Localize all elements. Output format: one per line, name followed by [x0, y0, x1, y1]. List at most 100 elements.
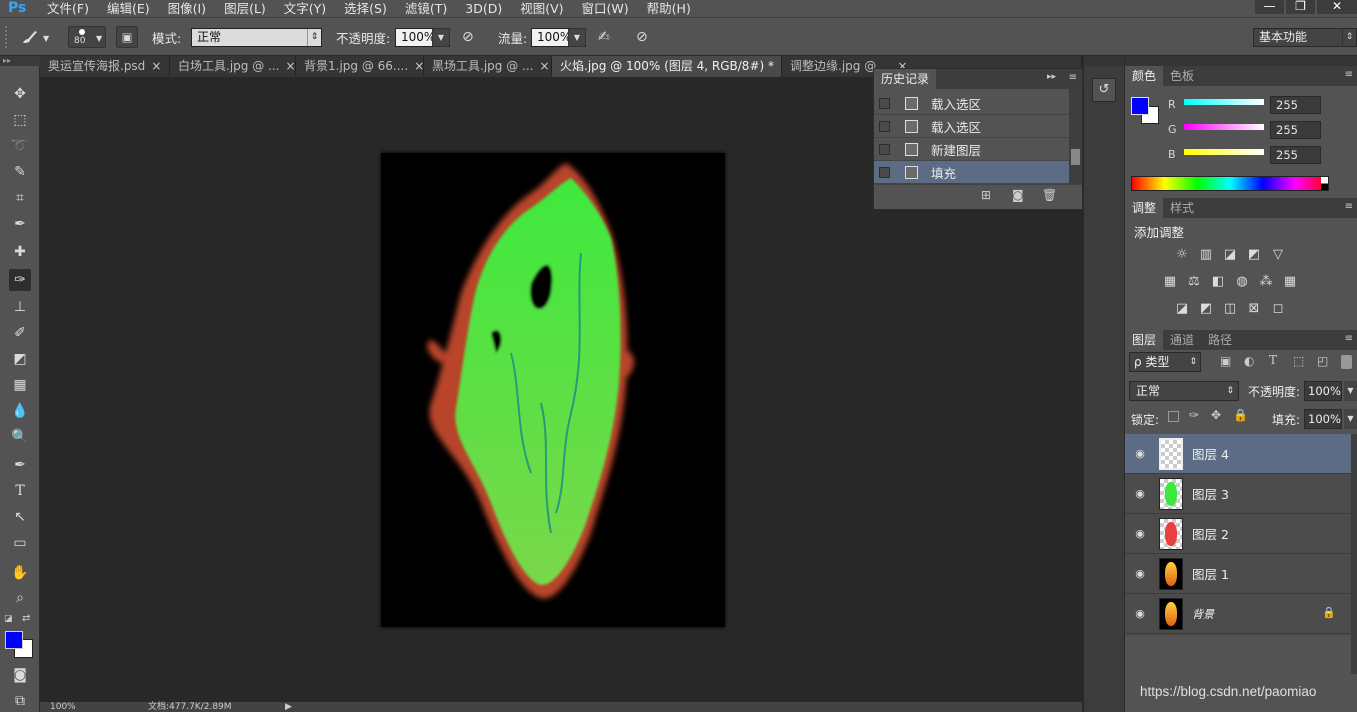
toolbar-collapse-icon[interactable]: ▸▸: [0, 56, 40, 66]
posterize-icon[interactable]: ◩: [1197, 301, 1215, 317]
channel-mixer-icon[interactable]: ⁂: [1257, 274, 1275, 290]
tab-document-1[interactable]: 奥运宣传海报.psd ×: [40, 56, 170, 77]
blend-mode-select[interactable]: 正常 ⇕: [1129, 381, 1239, 401]
opacity-chevron-icon[interactable]: ▼: [432, 28, 450, 47]
document-info[interactable]: 文档:477.7K/2.89M: [148, 702, 232, 712]
brush-tool-icon[interactable]: [20, 29, 38, 45]
tab-document-3[interactable]: 背景1.jpg @ 66.... ×: [296, 56, 424, 77]
color-lookup-icon[interactable]: ▦: [1281, 274, 1299, 290]
history-item-selected[interactable]: 填充: [874, 161, 1069, 184]
panel-menu-icon[interactable]: ≡: [1345, 69, 1353, 80]
trash-icon[interactable]: 🗑: [1042, 188, 1057, 202]
tab-swatches[interactable]: 色板: [1163, 66, 1201, 86]
panel-menu-icon[interactable]: ≡: [1069, 72, 1077, 83]
history-snapshot-checkbox[interactable]: [879, 143, 890, 155]
menu-layer[interactable]: 图层(L): [215, 0, 275, 17]
brush-panel-toggle-icon[interactable]: ▣: [116, 26, 138, 48]
layer-row[interactable]: ◉ 图层 1: [1125, 554, 1351, 594]
tab-layers[interactable]: 图层: [1125, 330, 1164, 350]
visibility-eye-icon[interactable]: ◉: [1132, 567, 1148, 580]
smart-object-filter-icon[interactable]: ◰: [1317, 354, 1328, 368]
levels-icon[interactable]: ▥: [1197, 247, 1215, 263]
restore-button[interactable]: ❐: [1286, 0, 1315, 14]
eraser-tool-icon[interactable]: ◩: [9, 348, 31, 370]
marquee-tool-icon[interactable]: ⬚: [9, 109, 31, 131]
tab-history[interactable]: 历史记录: [874, 69, 937, 89]
zoom-tool-icon[interactable]: ⌕: [9, 587, 31, 609]
close-icon[interactable]: ×: [414, 56, 423, 77]
tab-channels[interactable]: 通道: [1163, 330, 1201, 350]
menu-file[interactable]: 文件(F): [38, 0, 98, 17]
airbrush-icon[interactable]: ✍: [598, 29, 616, 45]
quick-mask-icon[interactable]: ◙: [9, 664, 31, 686]
close-icon[interactable]: ×: [539, 56, 549, 77]
color-balance-icon[interactable]: ⚖: [1185, 274, 1203, 290]
default-colors-icon[interactable]: ◪: [4, 614, 13, 624]
history-snapshot-checkbox[interactable]: [879, 120, 890, 132]
foreground-color-swatch[interactable]: [1131, 97, 1149, 115]
black-white-ramp[interactable]: [1321, 177, 1328, 190]
menu-image[interactable]: 图像(I): [159, 0, 215, 17]
visibility-eye-icon[interactable]: ◉: [1132, 487, 1148, 500]
quick-select-tool-icon[interactable]: ✎: [9, 161, 31, 183]
tool-preset-chevron-icon[interactable]: ▼: [43, 34, 49, 43]
history-item[interactable]: 载入选区: [874, 92, 1069, 115]
tab-document-4[interactable]: 黑场工具.jpg @ ... ×: [424, 56, 552, 77]
status-arrow-icon[interactable]: ▶: [285, 702, 292, 712]
red-slider[interactable]: [1184, 99, 1264, 105]
rectangle-tool-icon[interactable]: ▭: [9, 532, 31, 554]
hand-tool-icon[interactable]: ✋: [9, 562, 31, 584]
lock-all-icon[interactable]: 🔒: [1233, 408, 1248, 422]
layers-scrollbar[interactable]: [1351, 434, 1357, 674]
scrollbar-thumb[interactable]: [1071, 149, 1080, 165]
document-canvas[interactable]: [381, 153, 725, 627]
shape-filter-icon[interactable]: ⬚: [1293, 354, 1304, 368]
fill-field[interactable]: 100%: [1304, 409, 1342, 429]
visibility-eye-icon[interactable]: ◉: [1132, 447, 1148, 460]
layer-row[interactable]: ◉ 图层 3: [1125, 474, 1351, 514]
layer-row[interactable]: ◉ 图层 2: [1125, 514, 1351, 554]
new-document-icon[interactable]: ⊞: [981, 188, 991, 202]
panel-menu-icon[interactable]: ≡: [1345, 333, 1353, 344]
lock-pixels-icon[interactable]: ✑: [1189, 408, 1199, 422]
filter-toggle-switch[interactable]: [1341, 355, 1352, 369]
exposure-icon[interactable]: ◩: [1245, 247, 1263, 263]
blue-slider[interactable]: [1184, 149, 1264, 155]
menu-type[interactable]: 文字(Y): [275, 0, 335, 17]
history-snapshot-checkbox[interactable]: [879, 97, 890, 109]
chevron-down-icon[interactable]: ▼: [1344, 409, 1357, 429]
foreground-color-swatch[interactable]: [5, 631, 23, 649]
menu-3d[interactable]: 3D(D): [456, 0, 511, 17]
selective-color-icon[interactable]: ◻: [1269, 301, 1287, 317]
type-filter-icon[interactable]: T: [1269, 353, 1277, 367]
pixel-filter-icon[interactable]: ▣: [1220, 354, 1231, 368]
menu-filter[interactable]: 滤镜(T): [396, 0, 456, 17]
type-tool-icon[interactable]: T: [9, 480, 31, 502]
menu-select[interactable]: 选择(S): [335, 0, 396, 17]
invert-icon[interactable]: ◪: [1173, 301, 1191, 317]
tab-styles[interactable]: 样式: [1163, 198, 1201, 218]
minimize-button[interactable]: —: [1255, 0, 1284, 14]
screen-mode-icon[interactable]: ⧉: [9, 690, 31, 712]
green-value-field[interactable]: 255: [1270, 121, 1321, 139]
layer-opacity-field[interactable]: 100%: [1304, 381, 1342, 401]
blur-tool-icon[interactable]: 💧: [9, 400, 31, 422]
tab-document-2[interactable]: 白场工具.jpg @ ... ×: [170, 56, 296, 77]
path-selection-tool-icon[interactable]: ↖: [9, 506, 31, 528]
layer-filter-select[interactable]: ρ 类型 ⇕: [1129, 352, 1201, 372]
blue-value-field[interactable]: 255: [1270, 146, 1321, 164]
history-panel-icon[interactable]: ↺: [1092, 78, 1116, 102]
brush-size-picker[interactable]: 80 ▼: [68, 26, 106, 48]
panel-menu-icon[interactable]: ≡: [1345, 201, 1353, 212]
brush-tool-icon[interactable]: ✑: [9, 269, 31, 291]
hue-icon[interactable]: ▦: [1161, 274, 1179, 290]
collapse-icon[interactable]: ▸▸: [1047, 72, 1056, 82]
camera-icon[interactable]: ◙: [1012, 188, 1024, 202]
tab-color[interactable]: 颜色: [1125, 66, 1164, 86]
crop-tool-icon[interactable]: ⌗: [9, 187, 31, 209]
move-tool-icon[interactable]: ✥: [9, 83, 31, 105]
layer-row-background[interactable]: ◉ 背景 🔒: [1125, 594, 1351, 634]
brightness-icon[interactable]: ☼: [1173, 247, 1191, 263]
clone-stamp-tool-icon[interactable]: ⊥: [9, 296, 31, 318]
pen-tool-icon[interactable]: ✒: [9, 454, 31, 476]
